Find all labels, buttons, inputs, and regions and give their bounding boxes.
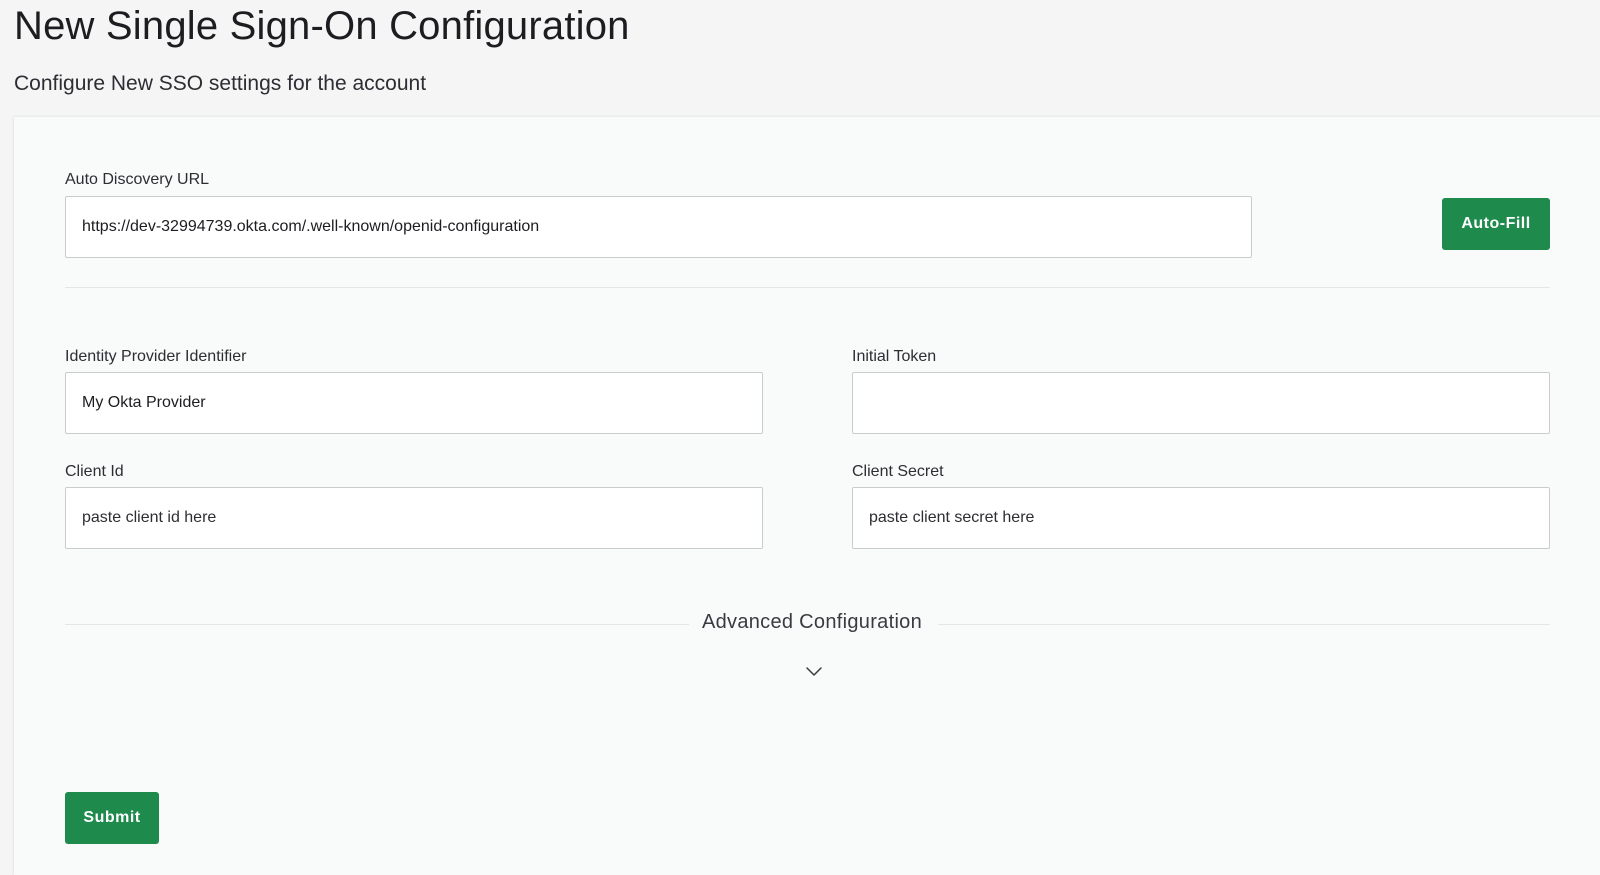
client-id-label: Client Id xyxy=(65,463,124,480)
page-title: New Single Sign-On Configuration xyxy=(14,4,630,48)
client-secret-label: Client Secret xyxy=(852,463,944,480)
chevron-down-icon[interactable] xyxy=(805,663,823,681)
auto-fill-button[interactable]: Auto-Fill xyxy=(1442,198,1550,250)
submit-button[interactable]: Submit xyxy=(65,792,159,844)
page-subtitle: Configure New SSO settings for the accou… xyxy=(14,72,427,95)
identity-provider-identifier-input[interactable] xyxy=(65,372,763,434)
sso-config-panel: Auto Discovery URL Auto-Fill Identity Pr… xyxy=(14,116,1600,875)
initial-token-label: Initial Token xyxy=(852,348,937,365)
auto-discovery-url-label: Auto Discovery URL xyxy=(65,171,210,188)
initial-token-input[interactable] xyxy=(852,372,1550,434)
section-divider xyxy=(65,287,1550,288)
advanced-divider-right xyxy=(938,624,1550,625)
advanced-divider-left xyxy=(65,624,689,625)
identity-provider-identifier-label: Identity Provider Identifier xyxy=(65,348,247,365)
client-secret-input[interactable] xyxy=(852,487,1550,549)
advanced-configuration-toggle[interactable]: Advanced Configuration xyxy=(700,611,924,634)
auto-discovery-url-input[interactable] xyxy=(65,196,1252,258)
client-id-input[interactable] xyxy=(65,487,763,549)
